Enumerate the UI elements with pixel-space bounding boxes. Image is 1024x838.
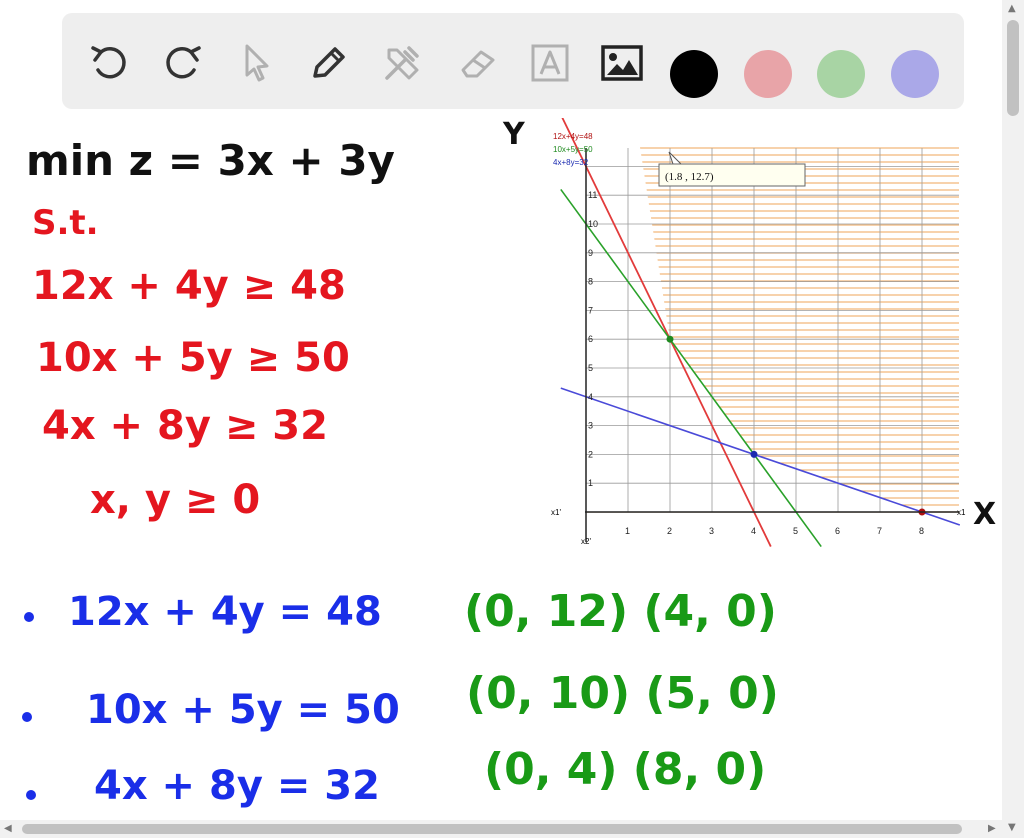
toolbar (62, 13, 964, 109)
x-tick-label: 1 (625, 526, 630, 536)
line-intercepts-2: (0, 10) (5, 0) (466, 668, 779, 719)
color-swatch-black[interactable] (670, 50, 718, 98)
x-axis-hand-label: X (973, 497, 997, 532)
y-tick-label: 2 (588, 449, 593, 459)
y-negative-label: x2' (581, 537, 591, 546)
x-tick-label: 4 (751, 526, 756, 536)
line-intercepts-3: (0, 4) (8, 0) (484, 744, 767, 795)
scroll-down-icon[interactable]: ▼ (1008, 822, 1016, 833)
y-tick-label: 1 (588, 478, 593, 488)
x-tick-label: 3 (709, 526, 714, 536)
undo-button[interactable] (86, 39, 134, 87)
legend-entry-3: 4x+8y=32 (553, 158, 589, 167)
x-axis-label: x1 (957, 508, 966, 517)
corner-point (750, 450, 758, 458)
horizontal-scrollbar[interactable]: ◀ ▶ (0, 820, 1002, 838)
x-tick-label: 6 (835, 526, 840, 536)
constraint-1: 12x + 4y ≥ 48 (32, 263, 346, 309)
scroll-right-icon[interactable]: ▶ (988, 823, 996, 834)
image-icon (601, 45, 643, 81)
line-equation-2: 10x + 5y = 50 (86, 687, 400, 733)
line-intercepts-1: (0, 12) (4, 0) (464, 586, 777, 637)
color-swatch-green[interactable] (817, 50, 865, 98)
y-tick-label: 7 (588, 305, 593, 315)
pen-icon (313, 47, 345, 78)
graph-canvas: 1 2 3 4 5 6 7 8 1 2 3 4 5 6 7 8 9 10 11 x1 x1' x2' 12x+4y=… (551, 0, 966, 548)
undo-icon (91, 46, 126, 79)
coordinate-tooltip: (1.8 , 12.7) (658, 151, 806, 187)
eraser-button[interactable] (454, 39, 502, 87)
scroll-up-icon[interactable]: ▲ (1008, 3, 1016, 14)
text-icon (531, 44, 569, 82)
legend-entry-2: 10x+5y=50 (553, 145, 593, 154)
y-tick-label: 3 (588, 421, 593, 431)
x-tick-label: 5 (793, 526, 798, 536)
horizontal-scrollbar-thumb[interactable] (22, 824, 962, 834)
list-bullet (26, 790, 36, 800)
color-swatch-blue[interactable] (891, 50, 939, 98)
redo-icon (166, 46, 201, 79)
image-button[interactable] (598, 39, 646, 87)
line-equation-1: 12x + 4y = 48 (68, 589, 382, 635)
y-tick-label: 8 (588, 277, 593, 287)
list-bullet (22, 712, 32, 722)
scroll-left-icon[interactable]: ◀ (4, 823, 12, 834)
color-swatch-red[interactable] (744, 50, 792, 98)
legend-entry-1: 12x+4y=48 (553, 132, 593, 141)
list-bullet (24, 612, 34, 622)
objective-function: min z = 3x + 3y (26, 136, 395, 185)
text-button[interactable] (526, 39, 574, 87)
eraser-icon (461, 50, 495, 78)
constraint-2: 10x + 5y ≥ 50 (36, 335, 350, 381)
nonnegativity-constraint: x, y ≥ 0 (90, 477, 261, 523)
y-tick-label: 6 (588, 334, 593, 344)
tools-icon (385, 46, 419, 80)
tooltip-text: (1.8 , 12.7) (665, 171, 714, 183)
y-tick-label: 10 (588, 219, 598, 229)
pen-button[interactable] (304, 39, 352, 87)
x-negative-label: x1' (551, 508, 561, 517)
y-tick-label: 5 (588, 363, 593, 373)
corner-point (666, 335, 674, 343)
x-tick-label: 2 (667, 526, 672, 536)
feasible-region-graph: 1 2 3 4 5 6 7 8 1 2 3 4 5 6 7 8 9 10 11 x1 x1' x2' 12x+4y=… (503, 0, 1005, 552)
y-tick-label: 4 (588, 392, 593, 402)
pointer-icon (245, 44, 269, 82)
constraint-3: 4x + 8y ≥ 32 (42, 403, 328, 449)
y-tick-label: 9 (588, 248, 593, 258)
line-equation-3: 4x + 8y = 32 (94, 763, 380, 809)
tools-button[interactable] (378, 39, 426, 87)
vertical-scrollbar-thumb[interactable] (1007, 20, 1019, 116)
x-tick-label: 7 (877, 526, 882, 536)
pointer-button[interactable] (232, 39, 280, 87)
y-axis-hand-label: Y (503, 117, 525, 152)
x-tick-label: 8 (919, 526, 924, 536)
legend: 12x+4y=48 10x+5y=50 4x+8y=32 (553, 132, 593, 167)
y-tick-label: 11 (588, 190, 597, 200)
redo-button[interactable] (158, 39, 206, 87)
vertical-scrollbar[interactable]: ▲ ▼ (1002, 0, 1024, 838)
subject-to-label: S.t. (32, 203, 99, 243)
